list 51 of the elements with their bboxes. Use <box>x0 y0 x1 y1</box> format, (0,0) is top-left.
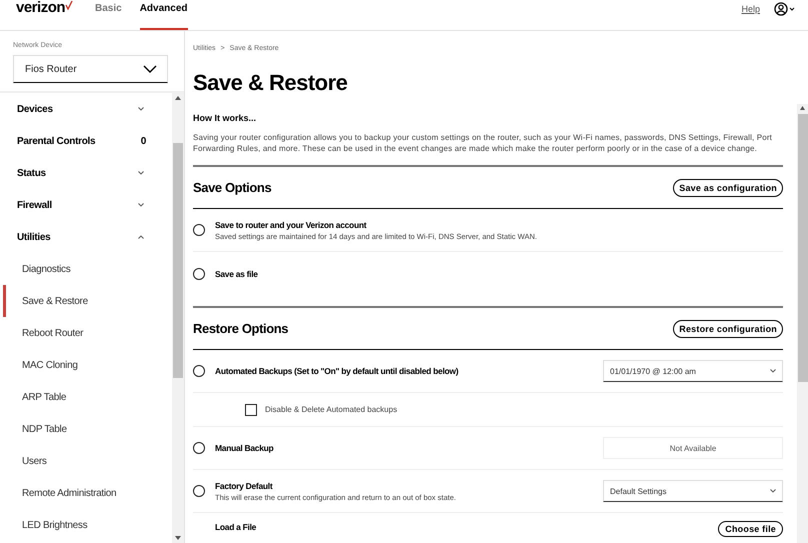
nav-subitem[interactable]: NDP Table <box>3 413 172 445</box>
nav-subitem[interactable]: MAC Cloning <box>3 349 172 381</box>
nav-group-item[interactable]: Parental Controls 0 <box>0 125 172 157</box>
device-select[interactable]: Fios Router <box>13 55 168 83</box>
choose-file-button[interactable]: Choose file <box>718 521 783 537</box>
section-heading: How It works... <box>193 112 258 124</box>
chevron-down-icon <box>143 65 157 73</box>
nav-tab[interactable]: Advanced <box>140 0 188 30</box>
radio-button[interactable] <box>193 485 205 497</box>
logo-text: verizon <box>16 0 66 16</box>
dropdown-select[interactable]: 01/01/1970 @ 12:00 am <box>603 360 783 382</box>
intro-paragraph: Saving your router configuration allows you to backup your custom settings on the router, such as your Wi-Fi names, passwords, DNS Settings, Firewall, Port Forwarding Rules, and more. These can be used in the event changes are made which make the router perform poorly or in the case of a device change. <box>193 133 774 154</box>
chevron-down-icon <box>769 368 777 374</box>
checkmark-icon <box>65 0 74 10</box>
page-title: Save & Restore <box>193 70 348 96</box>
scrollbar[interactable] <box>172 93 184 543</box>
section-title: Save Options <box>193 180 272 195</box>
nav-subitem[interactable]: Remote Administration <box>3 477 172 509</box>
checkbox[interactable] <box>245 404 257 416</box>
radio-button[interactable] <box>193 442 205 454</box>
count-label: 0 <box>140 136 146 146</box>
nav-tab[interactable]: Basic <box>95 0 122 30</box>
radio-button[interactable] <box>193 224 205 236</box>
nav-group-item[interactable]: Firewall <box>0 189 172 221</box>
nav-subitem[interactable]: Diagnostics <box>3 253 172 285</box>
option-label: Factory Default <box>215 480 274 492</box>
dropdown-select[interactable]: Default Settings <box>603 480 783 502</box>
scrollbar[interactable] <box>797 104 808 543</box>
nav-subitem[interactable]: ARP Table <box>3 381 172 413</box>
option-label: Save as file <box>215 268 259 280</box>
section-button[interactable]: Save as configuration <box>673 178 783 196</box>
option-label: Save to router and your Verizon account <box>215 218 368 230</box>
nav-group-item[interactable]: Utilities <box>0 221 172 253</box>
user-icon <box>774 2 796 16</box>
nav-group-item[interactable]: Devices <box>0 93 172 125</box>
chevron-down-icon <box>769 488 777 494</box>
help-link[interactable]: Help <box>741 0 760 30</box>
nav-subitem[interactable]: LED Brightness <box>3 509 172 541</box>
nav-subitem[interactable]: Reboot Router <box>3 317 172 349</box>
section-button[interactable]: Restore configuration <box>673 320 783 338</box>
option-label: Disable & Delete Automated backups <box>265 404 398 416</box>
nav-group-item[interactable]: Status <box>0 157 172 189</box>
section-title: Restore Options <box>193 321 288 336</box>
option-label: Automated Backups (Set to "On" by default until disabled below) <box>215 365 460 377</box>
disabled-field: Not Available <box>603 437 783 459</box>
option-label: Load a File <box>215 521 258 533</box>
option-label: Manual Backup <box>215 442 274 454</box>
nav-subitem[interactable]: Users <box>3 445 172 477</box>
radio-button[interactable] <box>193 365 205 377</box>
radio-button[interactable] <box>193 268 205 280</box>
scroll-up-icon[interactable] <box>797 104 808 112</box>
